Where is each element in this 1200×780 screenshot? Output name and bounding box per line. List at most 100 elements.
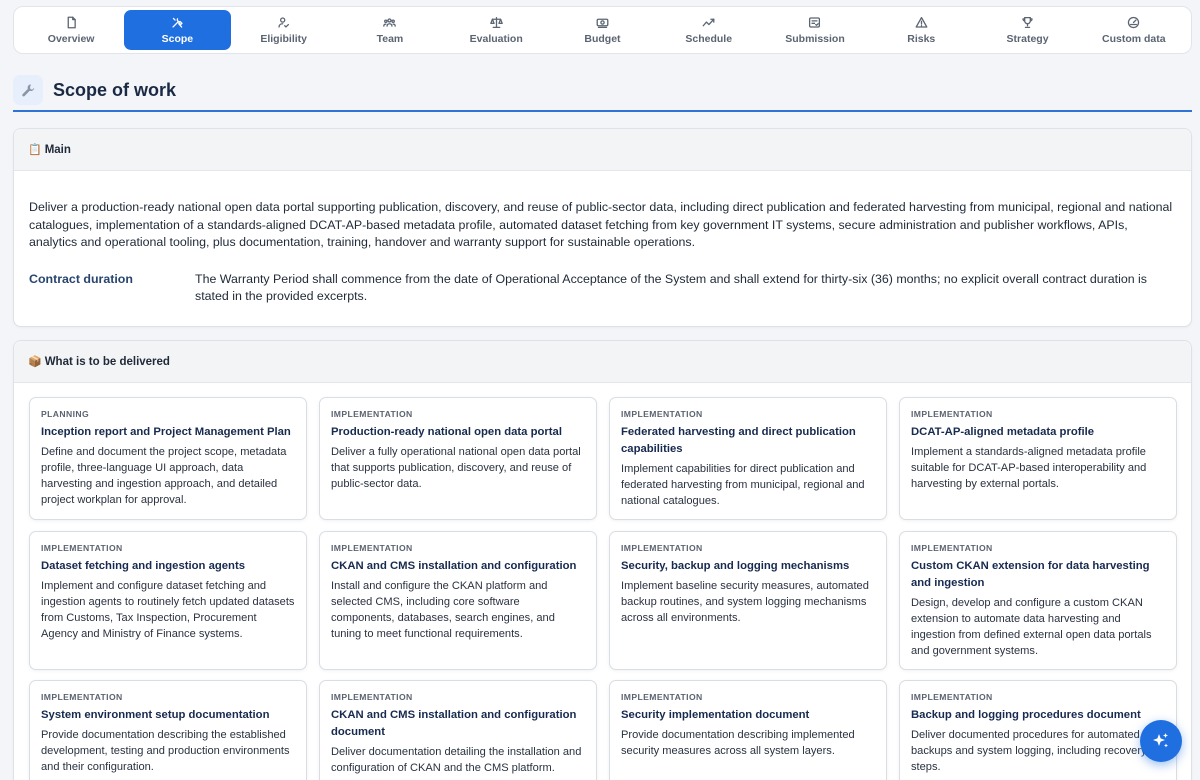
main-panel-header: 📋 Main (14, 129, 1191, 171)
deliverable-phase: Implementation (911, 543, 993, 553)
sparkles-icon (1151, 731, 1171, 751)
package-icon: 📦 (28, 356, 42, 368)
deliverables-panel: 📦 What is to be delivered Planning Incep… (13, 340, 1192, 780)
clipboard-icon: 📋 (28, 144, 42, 156)
money-icon (595, 16, 609, 30)
deliverable-description: Deliver documentation detailing the inst… (331, 746, 582, 774)
deliverable-description: Provide documentation describing impleme… (621, 729, 855, 757)
tab-label: Team (376, 32, 404, 45)
deliverable-title: Backup and logging procedures document (911, 709, 1141, 721)
trophy-icon (1021, 16, 1035, 30)
gauge-icon (1127, 16, 1141, 30)
tab-risks[interactable]: Risks (868, 10, 974, 50)
deliverable-description: Define and document the project scope, m… (41, 446, 287, 506)
tools-icon (170, 16, 184, 30)
contract-duration-label: Contract duration (29, 271, 133, 286)
tab-label: Strategy (1006, 32, 1049, 45)
tab-eligibility[interactable]: Eligibility (231, 10, 337, 50)
deliverable-card[interactable]: Implementation System environment setup … (29, 680, 307, 780)
deliverable-title: CKAN and CMS installation and configurat… (331, 709, 577, 738)
deliverable-phase: Implementation (41, 543, 123, 553)
deliverable-card[interactable]: Implementation Custom CKAN extension for… (899, 531, 1177, 670)
deliverable-phase: Implementation (331, 409, 413, 419)
deliverable-description: Implement capabilities for direct public… (621, 463, 865, 507)
main-panel: 📋 Main Deliver a production-ready nation… (13, 128, 1192, 327)
warning-icon (914, 16, 928, 30)
deliverable-title: Security implementation document (621, 709, 810, 721)
tab-label: Evaluation (469, 32, 523, 45)
tab-strategy[interactable]: Strategy (974, 10, 1080, 50)
deliverable-card[interactable]: Implementation Production-ready national… (319, 397, 597, 520)
ai-assistant-button[interactable] (1140, 720, 1182, 762)
page-title: Scope of work (53, 79, 177, 100)
document-icon (64, 16, 78, 30)
deliverable-phase: Implementation (621, 543, 703, 553)
deliverable-description: Deliver a fully operational national ope… (331, 446, 581, 490)
tab-bar: Overview Scope Eligibility Team Evaluati… (13, 6, 1192, 54)
deliverable-description: Implement a standards-aligned metadata p… (911, 446, 1147, 490)
tab-label: Schedule (685, 32, 733, 45)
deliverables-panel-header: 📦 What is to be delivered (14, 341, 1191, 383)
tab-team[interactable]: Team (337, 10, 443, 50)
tab-label: Budget (584, 32, 621, 45)
tab-schedule[interactable]: Schedule (656, 10, 762, 50)
wrench-icon (13, 75, 43, 105)
deliverable-card[interactable]: Implementation Federated harvesting and … (609, 397, 887, 520)
deliverable-phase: Implementation (331, 692, 413, 702)
tab-label: Eligibility (260, 32, 307, 45)
deliverable-title: Production-ready national open data port… (331, 426, 562, 438)
deliverable-card[interactable]: Implementation Security implementation d… (609, 680, 887, 780)
tab-submission[interactable]: Submission (762, 10, 868, 50)
contract-duration-value: The Warranty Period shall commence from … (195, 271, 1148, 304)
deliverable-description: Design, develop and configure a custom C… (911, 597, 1152, 657)
deliverable-card[interactable]: Planning Inception report and Project Ma… (29, 397, 307, 520)
tab-label: Custom data (1101, 32, 1166, 45)
scale-icon (489, 16, 503, 30)
deliverable-phase: Implementation (911, 409, 993, 419)
deliverable-description: Provide documentation describing the est… (41, 729, 290, 773)
deliverable-card[interactable]: Implementation Backup and logging proced… (899, 680, 1177, 780)
deliverable-description: Deliver documented procedures for automa… (911, 729, 1165, 773)
deliverables-panel-title: What is to be delivered (44, 355, 170, 368)
deliverable-description: Implement and configure dataset fetching… (41, 580, 295, 640)
deliverable-card[interactable]: Implementation CKAN and CMS installation… (319, 531, 597, 670)
deliverable-card[interactable]: Implementation CKAN and CMS installation… (319, 680, 597, 780)
deliverable-phase: Implementation (41, 692, 123, 702)
deliverable-description: Install and configure the CKAN platform … (331, 580, 555, 640)
deliverable-description: Implement baseline security measures, au… (621, 580, 869, 624)
tab-scope[interactable]: Scope (124, 10, 231, 50)
deliverable-title: Inception report and Project Management … (41, 426, 291, 438)
section-header: Scope of work (13, 70, 1192, 112)
user-check-icon (277, 16, 291, 30)
deliverables-grid: Planning Inception report and Project Ma… (29, 397, 1177, 780)
form-icon (808, 16, 822, 30)
tab-label: Risks (907, 32, 936, 45)
tab-custom-data[interactable]: Custom data (1081, 10, 1187, 50)
tab-overview[interactable]: Overview (18, 10, 124, 50)
deliverable-phase: Planning (41, 409, 90, 419)
deliverable-phase: Implementation (621, 409, 703, 419)
deliverable-title: Federated harvesting and direct publicat… (621, 426, 856, 455)
deliverable-phase: Implementation (621, 692, 703, 702)
main-panel-title: Main (44, 143, 71, 156)
deliverable-title: DCAT-AP-aligned metadata profile (911, 426, 1095, 438)
contract-duration-row: Contract duration The Warranty Period sh… (29, 271, 1176, 306)
deliverable-title: Security, backup and logging mechanisms (621, 560, 850, 572)
tab-label: Scope (161, 32, 194, 45)
deliverable-phase: Implementation (911, 692, 993, 702)
tab-evaluation[interactable]: Evaluation (443, 10, 549, 50)
deliverable-title: Dataset fetching and ingestion agents (41, 560, 246, 572)
tab-budget[interactable]: Budget (549, 10, 655, 50)
deliverable-card[interactable]: Implementation DCAT-AP-aligned metadata … (899, 397, 1177, 520)
deliverable-card[interactable]: Implementation Dataset fetching and inge… (29, 531, 307, 670)
tab-label: Submission (785, 32, 845, 45)
deliverable-title: System environment setup documentation (41, 709, 270, 721)
trend-icon (702, 16, 716, 30)
deliverable-title: CKAN and CMS installation and configurat… (331, 560, 577, 572)
deliverable-card[interactable]: Implementation Security, backup and logg… (609, 531, 887, 670)
tab-label: Overview (47, 32, 95, 45)
deliverable-phase: Implementation (331, 543, 413, 553)
scope-description: Deliver a production-ready national open… (29, 200, 1173, 249)
deliverable-title: Custom CKAN extension for data harvestin… (911, 560, 1150, 589)
team-icon (383, 16, 397, 30)
